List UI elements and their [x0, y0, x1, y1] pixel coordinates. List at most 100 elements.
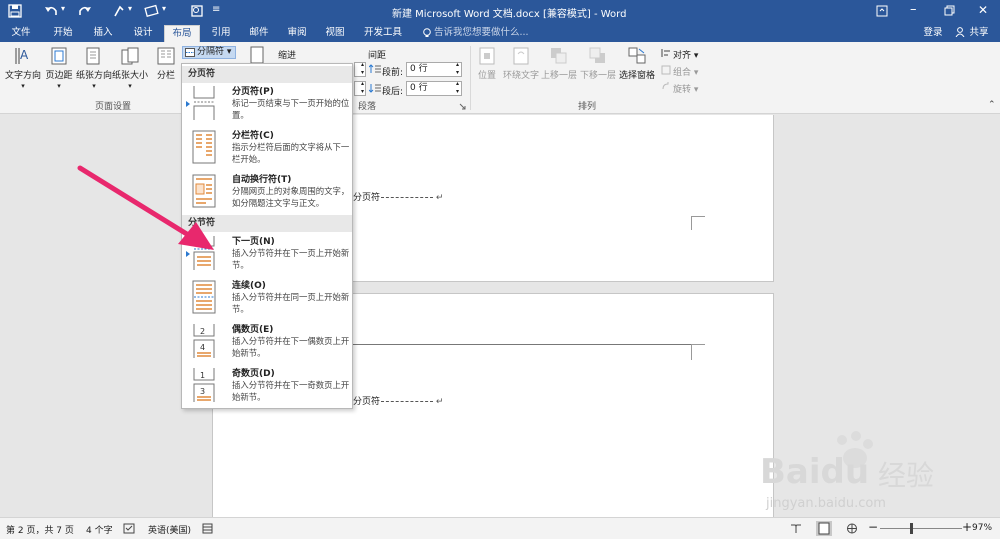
proofing-icon[interactable] [123, 523, 135, 534]
tab-file[interactable]: 文件 [6, 25, 36, 42]
rotate-button[interactable]: 旋转 ▾ [673, 82, 698, 95]
restore-icon[interactable] [944, 5, 956, 17]
size-label: 纸张大小 [112, 71, 149, 81]
bring-forward-button[interactable]: 上移一层 [541, 46, 577, 81]
web-layout-icon[interactable] [846, 523, 858, 534]
columns-label: 分栏 [156, 71, 175, 81]
collapse-ribbon-icon[interactable]: ⌃ [988, 100, 996, 110]
save-icon[interactable] [8, 4, 22, 18]
close-icon[interactable]: ✕ [978, 3, 988, 17]
menu-item-title: 连续(O) [232, 281, 266, 291]
draw-table-icon[interactable] [144, 4, 160, 18]
orientation-label: 纸张方向 [76, 71, 113, 81]
read-mode-icon[interactable] [790, 523, 802, 534]
menu-item-even-page[interactable]: 24 偶数页(E) 插入分节符并在下一偶数页上开始新节。 [182, 322, 352, 364]
selection-pane-button[interactable]: 选择窗格 [618, 46, 656, 81]
send-backward-label: 下移一层 [580, 71, 617, 81]
zoom-level[interactable]: 97% [972, 523, 992, 533]
orientation-icon [86, 47, 100, 65]
menu-item-title: 分页符(P) [232, 87, 274, 97]
tab-developer[interactable]: 开发工具 [360, 25, 406, 42]
macro-recording-icon[interactable] [202, 523, 213, 534]
menu-item-next-page[interactable]: 下一页(N) 插入分节符并在下一页上开始新节。 [182, 234, 352, 276]
tab-mailings[interactable]: 邮件 [244, 25, 274, 42]
menu-item-description: 插入分节符并在下一页上开始新节。 [232, 248, 350, 270]
group-button[interactable]: 组合 ▾ [673, 65, 698, 78]
tab-insert[interactable]: 插入 [88, 25, 118, 42]
menu-section-section-breaks: 分节符 [182, 215, 352, 232]
page-break-text-2: 分页符 [353, 397, 381, 407]
tab-design[interactable]: 设计 [128, 25, 158, 42]
tab-references[interactable]: 引用 [206, 25, 236, 42]
size-button[interactable]: 纸张大小 ▾ [112, 46, 148, 91]
menu-item-text-wrapping-break[interactable]: 自动换行符(T) 分隔网页上的对象周围的文字，如分隔题注文字与正文。 [182, 172, 352, 216]
send-backward-icon [589, 47, 605, 63]
indent-left-spinner[interactable]: ▴ ▾ [354, 61, 366, 77]
print-preview-icon[interactable] [190, 4, 204, 18]
tab-layout[interactable]: 布局 [164, 25, 200, 42]
position-button[interactable]: 位置 [474, 46, 500, 81]
title-bar: ▾ ▾ ▾ ≡ 新建 Microsoft Word 文档.docx [兼容模式]… [0, 0, 1000, 22]
next-page-break-icon [193, 236, 215, 270]
tell-me-input[interactable]: 告诉我您想要做什么... [434, 25, 554, 42]
spacing-label: 间距 [368, 51, 387, 61]
zoom-slider-thumb[interactable] [910, 523, 913, 534]
page-break-marker-2: 分页符 ↵ [353, 397, 444, 407]
watermark-url: jingyan.baidu.com [766, 496, 886, 511]
tab-review[interactable]: 审阅 [282, 25, 312, 42]
svg-text:A: A [20, 48, 29, 62]
minimize-icon[interactable]: – [910, 2, 917, 17]
redo-icon[interactable] [78, 4, 92, 18]
menu-item-title: 自动换行符(T) [232, 175, 292, 185]
format-painter-icon[interactable] [112, 4, 126, 18]
spacing-before-input[interactable]: 0 行 ▴ ▾ [406, 61, 462, 77]
menu-item-odd-page[interactable]: 13 奇数页(D) 插入分节符并在下一奇数页上开始新节。 [182, 366, 352, 408]
tab-home[interactable]: 开始 [48, 25, 78, 42]
spacing-after-input[interactable]: 0 行 ▴ ▾ [406, 80, 462, 96]
print-layout-icon[interactable] [816, 521, 832, 536]
text-direction-button[interactable]: A 文字方向 ▾ [4, 46, 42, 91]
tab-view[interactable]: 视图 [320, 25, 350, 42]
ribbon: A 文字方向 ▾ 页边距 ▾ 纸张方向 ▾ 纸张大小 ▾ 分栏 分隔符 ▾ 页面设置 缩… [0, 42, 1000, 114]
menu-item-marker [186, 251, 190, 257]
position-icon [479, 47, 495, 65]
page-break-marker-1: 分页符 ↵ [353, 193, 444, 203]
breaks-label: 分隔符 [197, 47, 225, 57]
word-count[interactable]: 4 个字 [86, 523, 113, 536]
margins-button[interactable]: 页边距 ▾ [44, 46, 74, 91]
orientation-button[interactable]: 纸张方向 ▾ [76, 46, 112, 91]
menu-item-title: 下一页(N) [232, 237, 275, 247]
bring-forward-label: 上移一层 [541, 71, 578, 81]
send-backward-button[interactable]: 下移一层 [580, 46, 616, 81]
customize-quick-access-icon[interactable]: ≡ [212, 4, 220, 15]
sign-in-link[interactable]: 登录 [918, 25, 948, 42]
undo-icon[interactable] [44, 4, 58, 18]
paragraph-dialog-launcher-icon[interactable] [459, 103, 466, 110]
status-bar: 第 2 页，共 7 页 4 个字 英语(美国) − + 97% [0, 517, 1000, 539]
indent-right-spinner[interactable]: ▴ ▾ [354, 80, 366, 96]
zoom-slider[interactable] [880, 528, 962, 529]
group-label: 组合 [673, 68, 692, 78]
share-button[interactable]: 共享 [964, 25, 994, 42]
ribbon-display-options-icon[interactable] [876, 5, 888, 17]
undo-dropdown-icon[interactable]: ▾ [61, 4, 65, 13]
zoom-in-button[interactable]: + [962, 520, 972, 534]
language[interactable]: 英语(美国) [148, 523, 191, 536]
paper-size-icon [121, 47, 139, 65]
svg-text:3: 3 [200, 387, 205, 396]
menu-item-description: 指示分栏符后面的文字将从下一栏开始。 [232, 142, 350, 164]
menu-item-column-break[interactable]: 分栏符(C) 指示分栏符后面的文字将从下一栏开始。 [182, 128, 352, 170]
align-label: 对齐 [673, 51, 692, 61]
page-count[interactable]: 第 2 页，共 7 页 [6, 523, 74, 536]
align-button[interactable]: 对齐 ▾ [673, 48, 698, 61]
text-direction-label: 文字方向 [4, 71, 41, 81]
qa-dropdown-icon-2[interactable]: ▾ [162, 4, 166, 13]
qa-dropdown-icon[interactable]: ▾ [128, 4, 132, 13]
separator [470, 46, 471, 110]
wrap-text-button[interactable]: 环绕文字 [503, 46, 539, 81]
menu-item-page-break[interactable]: 分页符(P) 标记一页结束与下一页开始的位置。 [182, 84, 352, 124]
menu-item-continuous[interactable]: 连续(O) 插入分节符并在同一页上开始新节。 [182, 278, 352, 320]
columns-button[interactable]: 分栏 [154, 46, 178, 81]
zoom-out-button[interactable]: − [868, 520, 878, 534]
continuous-break-icon [192, 280, 216, 314]
